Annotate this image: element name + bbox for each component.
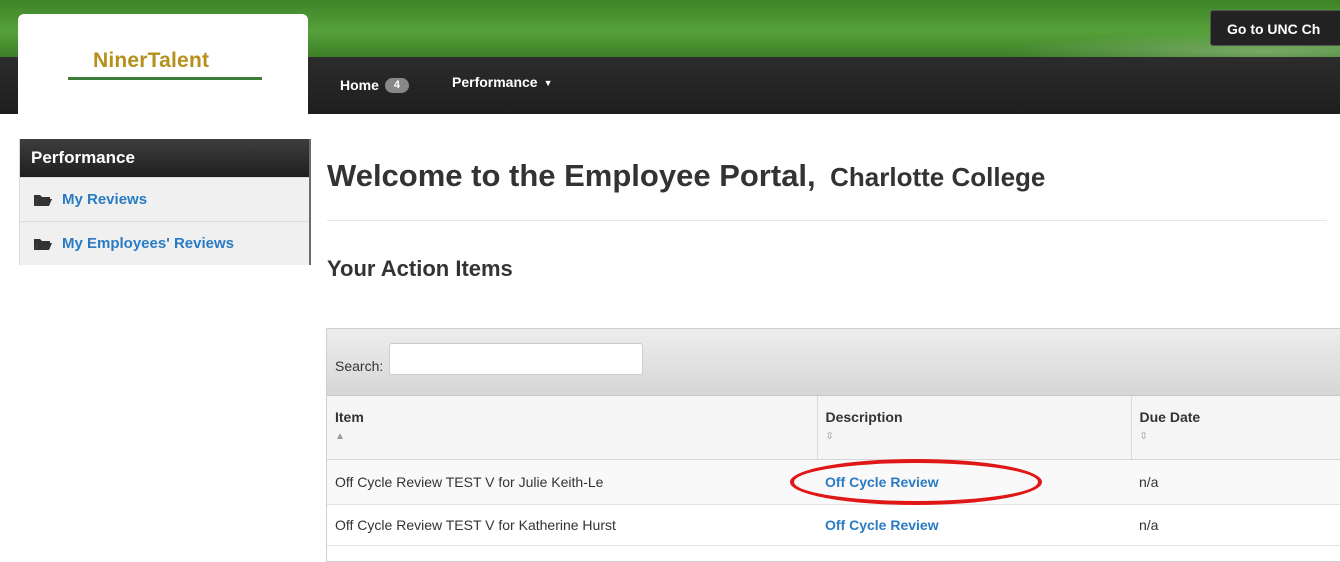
page-title: Welcome to the Employee Portal, Charlott… <box>327 158 1045 194</box>
welcome-heading: Welcome to the Employee Portal, <box>327 158 816 193</box>
cell-due-date: n/a <box>1131 459 1340 505</box>
folder-open-icon <box>34 238 52 250</box>
sidebar-item-label: My Employees' Reviews <box>62 235 234 252</box>
nav-home-label: Home <box>340 77 379 93</box>
column-label: Description <box>825 409 903 425</box>
nav-performance-label: Performance <box>452 74 538 90</box>
notification-badge: 4 <box>384 77 409 93</box>
logo-underline <box>68 77 262 80</box>
cell-item: Off Cycle Review TEST V for Katherine Hu… <box>327 504 817 546</box>
action-items-panel: Search: Item ▲ Description ⇳ Due Date ⇳ <box>326 328 1340 562</box>
sidebar-item-my-reviews[interactable]: My Reviews <box>20 177 309 221</box>
search-input[interactable] <box>389 343 644 375</box>
column-label: Due Date <box>1139 409 1201 425</box>
sort-both-icon: ⇳ <box>825 431 834 442</box>
nav-home[interactable]: Home 4 <box>340 77 409 93</box>
sidebar-item-my-employees-reviews[interactable]: My Employees' Reviews <box>20 221 309 265</box>
nav-performance-dropdown[interactable]: Performance ▼ <box>452 74 553 90</box>
sidebar: Performance My Reviews My Employees' Rev… <box>19 139 311 265</box>
search-label: Search: <box>335 358 384 374</box>
divider <box>327 220 1327 221</box>
logo-tab[interactable]: NinerTalent <box>18 14 308 118</box>
search-bar: Search: <box>327 329 1340 396</box>
column-header-due-date[interactable]: Due Date ⇳ <box>1131 396 1340 460</box>
column-header-item[interactable]: Item ▲ <box>327 396 818 460</box>
column-header-description[interactable]: Description ⇳ <box>817 396 1132 460</box>
off-cycle-review-link[interactable]: Off Cycle Review <box>825 517 939 533</box>
cell-due-date: n/a <box>1131 504 1340 546</box>
section-title: Your Action Items <box>327 256 513 281</box>
off-cycle-review-link[interactable]: Off Cycle Review <box>825 474 939 490</box>
table-row: Off Cycle Review TEST V for Katherine Hu… <box>327 504 1340 546</box>
go-to-unc-button[interactable]: Go to UNC Ch <box>1210 10 1340 46</box>
sidebar-item-label: My Reviews <box>62 191 148 208</box>
column-label: Item <box>335 409 364 425</box>
table-row: Off Cycle Review TEST V for Julie Keith-… <box>327 459 1340 505</box>
cell-item: Off Cycle Review TEST V for Julie Keith-… <box>327 459 817 505</box>
folder-open-icon <box>34 194 52 206</box>
caret-down-icon: ▼ <box>543 78 553 88</box>
organization-name: Charlotte College <box>830 162 1046 192</box>
sort-both-icon: ⇳ <box>1139 431 1148 442</box>
action-items-table: Item ▲ Description ⇳ Due Date ⇳ Off Cycl… <box>327 396 1340 546</box>
logo: NinerTalent <box>93 49 210 72</box>
sidebar-title: Performance <box>20 139 309 177</box>
sort-asc-icon: ▲ <box>335 431 345 442</box>
